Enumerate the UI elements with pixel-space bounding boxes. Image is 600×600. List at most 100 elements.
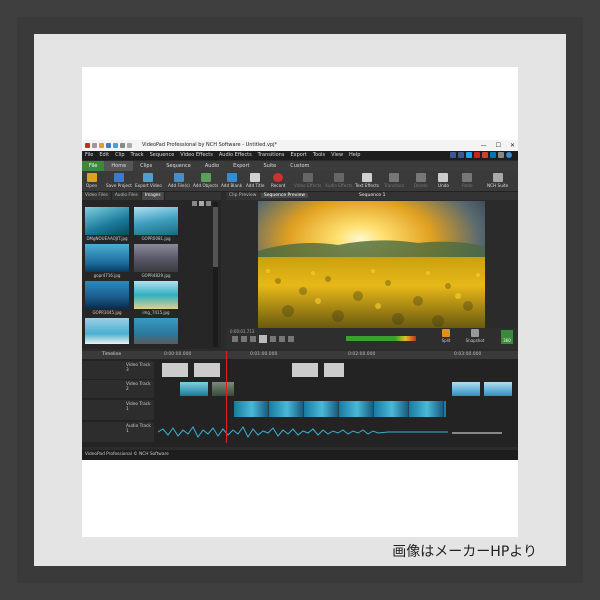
tab-export[interactable]: Export	[226, 161, 256, 171]
tab-sequence[interactable]: Sequence	[159, 161, 198, 171]
clip[interactable]	[212, 382, 234, 396]
tab-suite[interactable]: Suite	[256, 161, 283, 171]
bin-scrollbar-thumb[interactable]	[213, 207, 218, 267]
social-icons	[450, 152, 512, 158]
open-button[interactable]: Open	[86, 173, 97, 188]
settings-icon[interactable]	[498, 152, 504, 158]
clip[interactable]	[324, 363, 344, 377]
menu-sequence[interactable]: Sequence	[150, 151, 175, 160]
thumbnail[interactable]	[134, 281, 178, 309]
step-forward-icon[interactable]	[279, 336, 285, 342]
export-icon[interactable]	[113, 143, 118, 148]
save-project-button[interactable]: Save Project	[106, 173, 132, 188]
menu-file[interactable]: File	[85, 151, 93, 160]
tab-custom[interactable]: Custom	[283, 161, 316, 171]
skip-end-icon[interactable]	[288, 336, 294, 342]
open-icon[interactable]	[99, 143, 104, 148]
minimize-button[interactable]: —	[481, 140, 487, 151]
skip-start-icon[interactable]	[232, 336, 238, 342]
menu-video-effects[interactable]: Video Effects	[180, 151, 213, 160]
menu-clip[interactable]: Clip	[115, 151, 124, 160]
tab-audio[interactable]: Audio	[198, 161, 226, 171]
menu-help[interactable]: Help	[349, 151, 360, 160]
undo-icon[interactable]	[120, 143, 125, 148]
menu-transitions[interactable]: Transitions	[258, 151, 285, 160]
transition-button[interactable]: Transition	[384, 173, 404, 188]
clip[interactable]	[180, 382, 208, 396]
save-icon[interactable]	[106, 143, 111, 148]
step-back-icon[interactable]	[241, 336, 247, 342]
youtube-icon[interactable]	[474, 152, 480, 158]
pause-icon[interactable]	[259, 335, 267, 343]
close-button[interactable]: ✕	[510, 140, 515, 151]
rewind-icon[interactable]	[250, 336, 256, 342]
video-preview[interactable]	[258, 201, 485, 328]
clip[interactable]	[292, 363, 318, 377]
maximize-button[interactable]: ☐	[496, 140, 501, 151]
thumbnail[interactable]	[134, 244, 178, 272]
clip[interactable]	[194, 363, 220, 377]
nch-suite-button[interactable]: NCH Suite	[487, 173, 508, 188]
resolution-button[interactable]: 360	[501, 330, 513, 344]
menu-view[interactable]: View	[331, 151, 343, 160]
thumbnail[interactable]	[134, 207, 178, 235]
bin-scrollbar[interactable]	[213, 202, 218, 347]
tab-audio-files[interactable]: Audio Files	[112, 192, 142, 200]
grid-view-icon[interactable]	[199, 201, 204, 206]
twitter-icon[interactable]	[466, 152, 472, 158]
clip[interactable]	[452, 382, 480, 396]
add-objects-icon	[200, 173, 211, 182]
audio-effects-button[interactable]: Audio Effects	[325, 173, 352, 188]
detail-view-icon[interactable]	[206, 201, 211, 206]
tab-sequence-preview[interactable]: Sequence Preview	[260, 193, 309, 198]
thumbnail[interactable]	[85, 244, 129, 272]
google-plus-icon[interactable]	[482, 152, 488, 158]
video-effects-button[interactable]: Video Effects	[294, 173, 321, 188]
redo-button[interactable]: Redo	[462, 173, 473, 188]
snapshot-button[interactable]: Snapshot	[464, 329, 486, 343]
facebook-icon[interactable]	[458, 152, 464, 158]
fast-forward-icon[interactable]	[270, 336, 276, 342]
audio-track-1: Audio Track 1	[82, 422, 518, 442]
thumbnail[interactable]	[134, 318, 178, 344]
new-icon[interactable]	[92, 143, 97, 148]
menu-edit[interactable]: Edit	[99, 151, 109, 160]
menu-export[interactable]: Export	[290, 151, 306, 160]
playhead[interactable]	[226, 351, 227, 443]
record-button[interactable]: Record	[271, 173, 285, 188]
clip[interactable]	[234, 401, 446, 417]
text-effects-button[interactable]: Text Effects	[355, 173, 379, 188]
delete-button[interactable]: Delete	[414, 173, 428, 188]
linkedin-icon[interactable]	[490, 152, 496, 158]
tab-file[interactable]: File	[82, 161, 105, 171]
save-project-label: Save Project	[106, 183, 132, 188]
tab-video-files[interactable]: Video Files	[82, 192, 112, 200]
add-title-button[interactable]: Add Title	[246, 173, 264, 188]
menu-track[interactable]: Track	[131, 151, 144, 160]
window-controls: — ☐ ✕	[481, 140, 515, 151]
add-blank-button[interactable]: Add Blank	[221, 173, 242, 188]
tab-home[interactable]: Home	[104, 161, 134, 171]
tab-clip-preview[interactable]: Clip Preview	[226, 193, 259, 198]
tab-clips[interactable]: Clips	[133, 161, 159, 171]
split-button[interactable]: Split	[439, 329, 453, 343]
zoom-slider[interactable]	[452, 432, 502, 434]
list-view-icon[interactable]	[192, 201, 197, 206]
thumbnail[interactable]	[85, 207, 129, 235]
add-objects-button[interactable]: Add Objects	[193, 173, 218, 188]
audio-waveform[interactable]	[158, 424, 448, 440]
menu-audio-effects[interactable]: Audio Effects	[219, 151, 252, 160]
redo-icon[interactable]	[127, 143, 132, 148]
undo-button[interactable]: Undo	[438, 173, 449, 188]
like-icon[interactable]	[450, 152, 456, 158]
clip[interactable]	[162, 363, 188, 377]
add-files-button[interactable]: Add File(s)	[168, 173, 190, 188]
menu-tools[interactable]: Tools	[313, 151, 325, 160]
thumbnail[interactable]	[85, 318, 129, 344]
redo-arrow-icon	[462, 173, 473, 182]
help-icon[interactable]	[506, 152, 512, 158]
tab-images[interactable]: Images	[141, 192, 165, 200]
thumbnail[interactable]	[85, 281, 129, 309]
clip[interactable]	[484, 382, 512, 396]
export-video-button[interactable]: Export Video	[135, 173, 162, 188]
